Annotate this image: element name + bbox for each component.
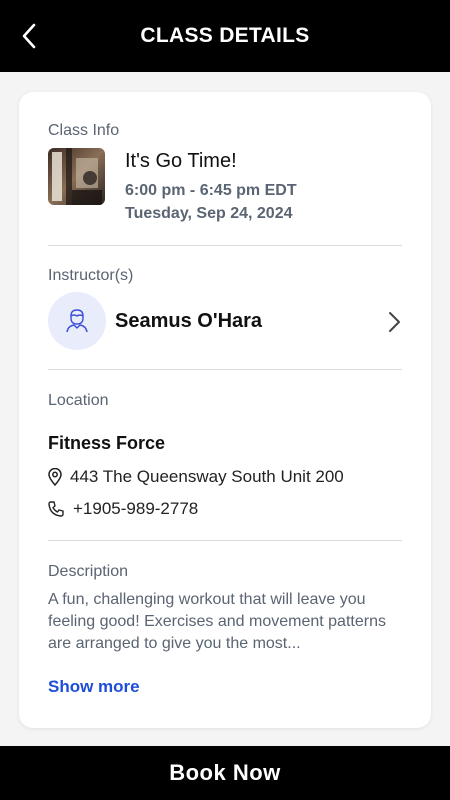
class-details-card: Class Info It's Go Time! 6:00 pm - 6:45 … [19,92,431,728]
divider [48,540,402,541]
address-text: 443 The Queensway South Unit 200 [70,467,344,486]
class-title: It's Go Time! [125,150,237,172]
page-title: CLASS DETAILS [140,24,310,47]
back-button[interactable] [14,20,44,52]
chevron-right-icon [389,312,400,332]
divider [48,245,402,246]
instructor-label: Instructor(s) [48,267,134,284]
chevron-left-icon [22,23,36,49]
person-icon [66,309,88,333]
book-now-button[interactable]: Book Now [0,746,450,800]
class-info-label: Class Info [48,122,120,139]
phone-icon [48,501,64,517]
class-time: 6:00 pm - 6:45 pm EDT [125,182,297,199]
location-address[interactable]: 443 The Queensway South Unit 200 [48,467,344,487]
location-label: Location [48,392,109,409]
class-thumbnail-image [48,148,105,205]
map-pin-icon [48,468,62,486]
instructor-name: Seamus O'Hara [115,310,263,332]
instructor-row[interactable]: Seamus O'Hara [48,292,402,352]
location-phone[interactable]: +1905-989-2778 [48,499,198,519]
avatar [48,292,106,350]
show-more-link[interactable]: Show more [48,677,140,697]
location-name: Fitness Force [48,433,166,453]
divider [48,369,402,370]
description-label: Description [48,563,129,580]
class-date: Tuesday, Sep 24, 2024 [125,205,293,222]
top-app-bar: CLASS DETAILS [0,0,450,72]
phone-text: +1905-989-2778 [73,499,199,518]
description-text: A fun, challenging workout that will lea… [48,591,386,652]
